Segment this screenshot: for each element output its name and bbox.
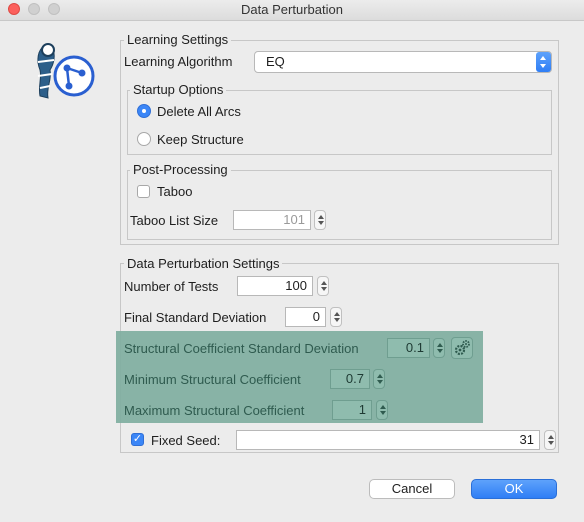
final-standard-deviation-label: Final Standard Deviation [124, 310, 267, 325]
structural-sd-field[interactable]: 0.1 [387, 338, 430, 358]
post-processing-legend: Post-Processing [130, 162, 231, 178]
number-of-tests-field[interactable]: 100 [237, 276, 313, 296]
structural-sd-label: Structural Coefficient Standard Deviatio… [124, 341, 359, 356]
delete-all-arcs-label: Delete All Arcs [157, 104, 241, 119]
taboo-checkbox[interactable] [137, 185, 150, 198]
startup-options-legend: Startup Options [130, 82, 227, 98]
chevron-updown-icon[interactable] [536, 52, 551, 72]
post-processing-group [127, 170, 552, 240]
learning-settings-legend: Learning Settings [124, 32, 232, 48]
gears-icon[interactable] [451, 337, 473, 359]
taboo-label: Taboo [157, 184, 193, 199]
final-standard-deviation-field[interactable]: 0 [285, 307, 326, 327]
structural-sd-stepper[interactable] [433, 338, 445, 358]
number-of-tests-stepper[interactable] [317, 276, 329, 296]
min-structural-stepper[interactable] [373, 369, 385, 389]
number-of-tests-label: Number of Tests [124, 279, 219, 294]
max-structural-stepper[interactable] [376, 400, 388, 420]
learning-algorithm-label: Learning Algorithm [124, 54, 233, 69]
learning-algorithm-value: EQ [266, 54, 285, 69]
delete-all-arcs-radio[interactable] [137, 104, 151, 118]
min-structural-label: Minimum Structural Coefficient [124, 372, 301, 387]
fixed-seed-stepper[interactable] [544, 430, 556, 450]
window-title: Data Perturbation [241, 2, 343, 17]
ok-button[interactable]: OK [471, 479, 557, 499]
taboo-list-size-stepper[interactable] [314, 210, 326, 230]
max-structural-field[interactable]: 1 [332, 400, 372, 420]
fixed-seed-field[interactable]: 31 [236, 430, 540, 450]
network-person-icon [30, 40, 96, 104]
cancel-button[interactable]: Cancel [369, 479, 455, 499]
min-structural-field[interactable]: 0.7 [330, 369, 370, 389]
learning-algorithm-select[interactable] [254, 51, 552, 73]
fixed-seed-checkbox[interactable]: ✓ [131, 433, 144, 446]
max-structural-label: Maximum Structural Coefficient [124, 403, 305, 418]
fixed-seed-label: Fixed Seed: [151, 433, 221, 448]
keep-structure-radio[interactable] [137, 132, 151, 146]
keep-structure-label: Keep Structure [157, 132, 244, 147]
final-standard-deviation-stepper[interactable] [330, 307, 342, 327]
data-perturbation-legend: Data Perturbation Settings [124, 256, 283, 272]
taboo-list-size-field[interactable]: 101 [233, 210, 311, 230]
taboo-list-size-label: Taboo List Size [130, 213, 219, 228]
